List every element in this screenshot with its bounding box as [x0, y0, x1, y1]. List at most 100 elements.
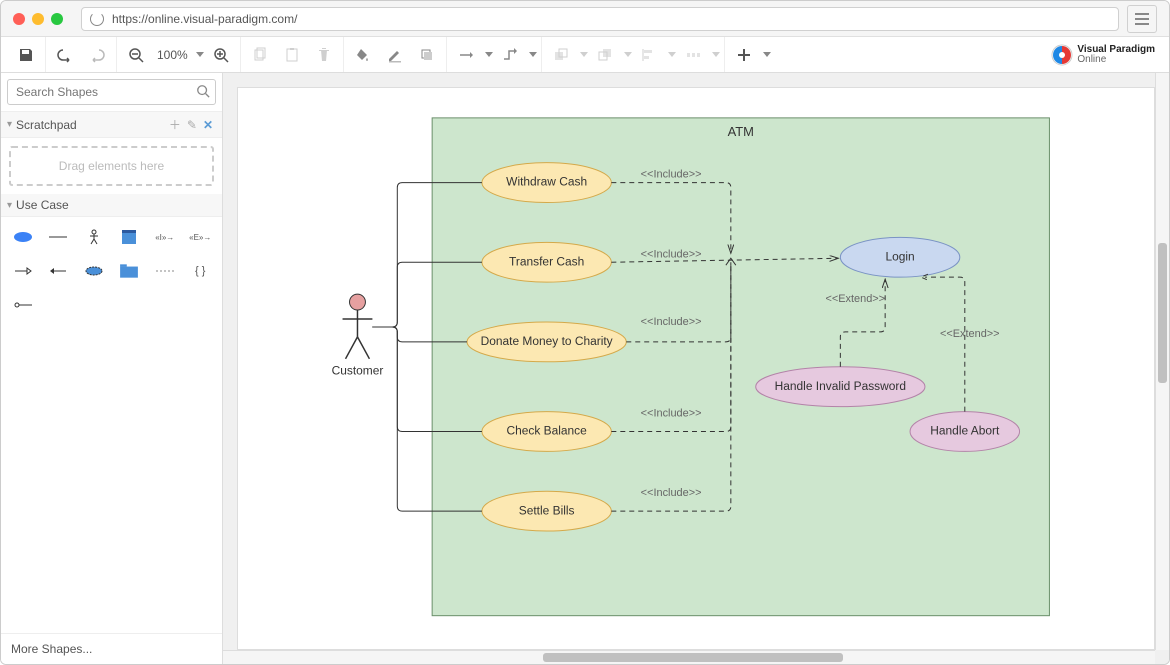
usecase-invalid-password[interactable]: Handle Invalid Password [756, 367, 925, 407]
browser-bar: https://online.visual-paradigm.com/ [1, 1, 1169, 37]
url-bar[interactable]: https://online.visual-paradigm.com/ [81, 7, 1119, 31]
back-dropdown-icon[interactable] [624, 52, 632, 57]
include-label-3: <<Include>> [641, 316, 702, 328]
align-button[interactable] [634, 40, 664, 70]
shape-dependency[interactable] [9, 259, 37, 283]
system-label[interactable]: ATM [728, 124, 754, 139]
waypoint-button[interactable] [495, 40, 525, 70]
shape-collaboration[interactable] [80, 259, 108, 283]
include-label-4: <<Include>> [641, 408, 702, 420]
diagram-svg[interactable]: ATM Customer Withdraw Cash [238, 88, 1154, 650]
shape-anchor[interactable] [9, 293, 37, 317]
redo-button[interactable] [82, 40, 112, 70]
zoom-in-button[interactable] [206, 40, 236, 70]
svg-text:Handle Abort: Handle Abort [930, 424, 1000, 438]
shape-include[interactable]: «I»→ [151, 225, 179, 249]
add-button[interactable] [729, 40, 759, 70]
svg-text:Handle Invalid Password: Handle Invalid Password [775, 379, 906, 393]
horizontal-scrollbar[interactable] [223, 650, 1155, 664]
usecase-abort[interactable]: Handle Abort [910, 412, 1020, 452]
svg-text:Withdraw Cash: Withdraw Cash [506, 175, 587, 189]
extend-label-2: <<Extend>> [940, 328, 1000, 340]
scratchpad-title: Scratchpad [16, 118, 166, 132]
to-back-button[interactable] [590, 40, 620, 70]
search-icon[interactable] [196, 84, 210, 101]
delete-button[interactable] [309, 40, 339, 70]
svg-text:Login: Login [885, 249, 914, 263]
usecase-donate[interactable]: Donate Money to Charity [467, 322, 626, 362]
shape-actor[interactable] [80, 225, 108, 249]
vp-logo[interactable]: Visual Paradigm Online [1051, 44, 1163, 66]
app-window: https://online.visual-paradigm.com/ 100% [0, 0, 1170, 665]
canvas[interactable]: ATM Customer Withdraw Cash [237, 87, 1155, 650]
more-shapes-label: More Shapes... [11, 642, 92, 656]
svg-text:Donate Money to Charity: Donate Money to Charity [481, 334, 613, 348]
svg-text:Settle Bills: Settle Bills [519, 503, 575, 517]
shape-realization[interactable] [151, 259, 179, 283]
close-window-button[interactable] [13, 13, 25, 25]
url-text: https://online.visual-paradigm.com/ [112, 12, 297, 26]
add-dropdown-icon[interactable] [763, 52, 771, 57]
undo-button[interactable] [50, 40, 80, 70]
shape-package[interactable] [116, 259, 144, 283]
scratchpad-close-button[interactable]: ✕ [200, 118, 216, 132]
fill-color-button[interactable] [348, 40, 378, 70]
distribute-dropdown-icon[interactable] [712, 52, 720, 57]
align-dropdown-icon[interactable] [668, 52, 676, 57]
window-controls [13, 13, 63, 25]
reload-icon[interactable] [90, 12, 104, 26]
usecase-panel-title: Use Case [16, 198, 216, 212]
paste-button[interactable] [277, 40, 307, 70]
canvas-area: ATM Customer Withdraw Cash [223, 73, 1169, 664]
distribute-button[interactable] [678, 40, 708, 70]
usecase-settle[interactable]: Settle Bills [482, 491, 611, 531]
actor-label: Customer [332, 364, 384, 378]
logo-subtitle: Online [1077, 55, 1155, 65]
include-label-1: <<Include>> [641, 169, 702, 181]
save-button[interactable] [11, 40, 41, 70]
copy-button[interactable] [245, 40, 275, 70]
chevron-down-icon: ▾ [7, 119, 12, 130]
logo-title: Visual Paradigm [1077, 45, 1155, 55]
chevron-down-icon: ▾ [7, 200, 12, 211]
zoom-dropdown-icon[interactable] [196, 52, 204, 57]
shape-generalization[interactable] [45, 259, 73, 283]
shape-usecase-ellipse[interactable] [9, 225, 37, 249]
svg-text:Check Balance: Check Balance [506, 424, 587, 438]
toolbar: 100% [1, 37, 1169, 73]
main-area: ▾ Scratchpad ＋ ✎ ✕ Drag elements here ▾ … [1, 73, 1169, 664]
shape-system[interactable] [116, 225, 144, 249]
shadow-button[interactable] [412, 40, 442, 70]
usecase-transfer[interactable]: Transfer Cash [482, 242, 611, 282]
sidebar: ▾ Scratchpad ＋ ✎ ✕ Drag elements here ▾ … [1, 73, 223, 664]
line-color-button[interactable] [380, 40, 410, 70]
scratchpad-edit-button[interactable]: ✎ [184, 118, 200, 132]
waypoint-dropdown-icon[interactable] [529, 52, 537, 57]
usecase-login[interactable]: Login [840, 237, 959, 277]
connector-button[interactable] [451, 40, 481, 70]
scratchpad-panel-header[interactable]: ▾ Scratchpad ＋ ✎ ✕ [1, 112, 222, 138]
vp-logo-icon [1051, 44, 1073, 66]
shapes-palette: «I»→ «E»→ { } [1, 217, 222, 325]
minimize-window-button[interactable] [32, 13, 44, 25]
front-dropdown-icon[interactable] [580, 52, 588, 57]
vertical-scrollbar[interactable] [1155, 73, 1169, 650]
actor-customer[interactable]: Customer [332, 294, 384, 378]
usecase-withdraw[interactable]: Withdraw Cash [482, 163, 611, 203]
shape-association[interactable] [45, 225, 73, 249]
scratchpad-hint: Drag elements here [59, 159, 164, 173]
scratchpad-drop-zone[interactable]: Drag elements here [9, 146, 214, 186]
more-shapes-button[interactable]: More Shapes... [1, 633, 222, 664]
to-front-button[interactable] [546, 40, 576, 70]
usecase-check[interactable]: Check Balance [482, 412, 611, 452]
maximize-window-button[interactable] [51, 13, 63, 25]
shape-extend[interactable]: «E»→ [187, 225, 215, 249]
scratchpad-add-button[interactable]: ＋ [166, 116, 184, 133]
zoom-level[interactable]: 100% [153, 48, 192, 62]
shape-constraint[interactable]: { } [187, 259, 215, 283]
menu-button[interactable] [1127, 5, 1157, 33]
search-shapes-input[interactable] [7, 79, 216, 105]
connector-dropdown-icon[interactable] [485, 52, 493, 57]
usecase-panel-header[interactable]: ▾ Use Case [1, 194, 222, 217]
zoom-out-button[interactable] [121, 40, 151, 70]
